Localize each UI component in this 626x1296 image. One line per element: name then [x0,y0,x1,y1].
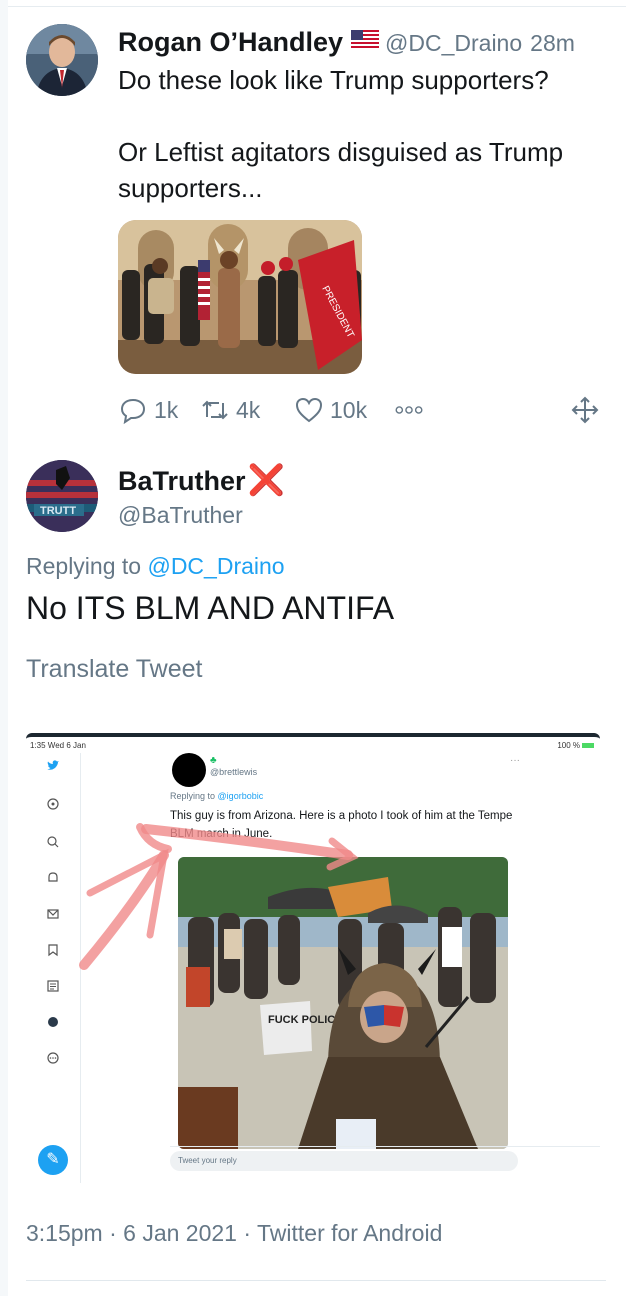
tweet-photo[interactable]: PRESIDENT [118,220,362,374]
retweet-button[interactable]: 4k [200,393,260,427]
reply-author-avatar[interactable]: TRUTT [26,460,98,532]
replying-to: Replying to @DC_Draino [26,553,285,580]
reply-button[interactable]: 1k [118,393,178,427]
tweet-actions: 1k 4k 10k [118,393,608,427]
replying-to-link[interactable]: @DC_Draino [147,553,284,579]
embedded-divider [170,1146,600,1147]
x-badge-icon: ❌ [247,464,285,497]
reply-author-name[interactable]: BaTruther❌ [118,463,285,498]
reply-text: No ITS BLM AND ANTIFA [26,590,395,626]
tweet-text: Do these look like Trump supporters? Or … [118,62,618,206]
status-bar-time: 1:35 Wed 6 Jan [30,741,86,750]
search-icon [47,836,59,848]
tweet-text-line: Or Leftist agitators disguised as Trump … [118,137,564,203]
explore-icon [47,798,59,810]
move-arrows-icon [571,396,599,424]
translate-tweet-link[interactable]: Translate Tweet [26,655,202,684]
compose-tweet-button: ✎ [38,1145,68,1175]
profile-avatar-icon [48,1017,58,1027]
embedded-replying-handle: @igorbobic [217,791,264,801]
twitter-bird-icon [47,760,59,770]
more-dots-icon [395,406,423,414]
sign-text: FUCK POLICE [268,1014,343,1026]
bell-icon [48,872,58,882]
svg-text:TRUTT: TRUTT [40,505,76,517]
more-circle-icon [47,1052,59,1064]
embedded-tweet: ♣ @brettlewis ··· Replying to @igorbobic… [82,753,600,1183]
leaf-icon: ♣ [210,755,217,766]
tweet-text-line: Do these look like Trump supporters? [118,65,549,95]
reply-icon [120,398,146,425]
author-name[interactable]: Rogan O’Handley [118,27,343,57]
battery-level: 100 % [557,741,580,750]
author-avatar[interactable] [26,24,98,96]
embedded-more-icon: ··· [510,755,520,766]
divider [8,6,626,7]
embedded-sidebar: ✎ [26,753,81,1183]
heart-icon [295,397,323,423]
embedded-photo: FUCK POLICE [178,857,508,1149]
retweet-count: 4k [236,396,261,423]
mail-icon [47,909,59,919]
embedded-replying-to: Replying to @igorbobic [170,791,263,801]
reply-author-handle[interactable]: @BaTruther [118,502,243,529]
divider [26,1280,606,1281]
reply-meta: 3:15pm · 6 Jan 2021 · Twitter for Androi… [26,1220,443,1246]
like-button[interactable]: 10k [294,393,367,427]
reply-author-name-text: BaTruther [118,466,246,496]
embedded-tweet-text: This guy is from Arizona. Here is a phot… [170,810,513,840]
lists-icon [47,980,59,992]
retweet-icon [202,400,228,420]
embedded-user-handle: @brettlewis [210,767,258,777]
like-count: 10k [330,396,368,423]
embedded-reply-box: Tweet your reply [170,1151,518,1171]
bookmark-icon [48,944,58,957]
us-flag-icon [351,30,380,49]
tweet-time[interactable]: 28m [530,30,575,56]
embedded-avatar [172,753,206,787]
embedded-replying-prefix: Replying to [170,791,216,801]
move-button[interactable] [570,393,606,427]
author-handle[interactable]: @DC_Draino [385,30,522,56]
left-gutter [0,0,8,1296]
battery-icon [582,743,594,749]
reply-photo[interactable]: 1:35 Wed 6 Jan 100 % ✎ ♣ @brettlewis ···… [26,733,600,1183]
replying-prefix: Replying to [26,553,142,579]
more-button[interactable] [394,393,430,427]
status-bar-battery: 100 % [557,741,594,750]
reply-count: 1k [154,396,179,423]
tweet-header: Rogan O’Handley @DC_Draino 28m [118,27,618,61]
